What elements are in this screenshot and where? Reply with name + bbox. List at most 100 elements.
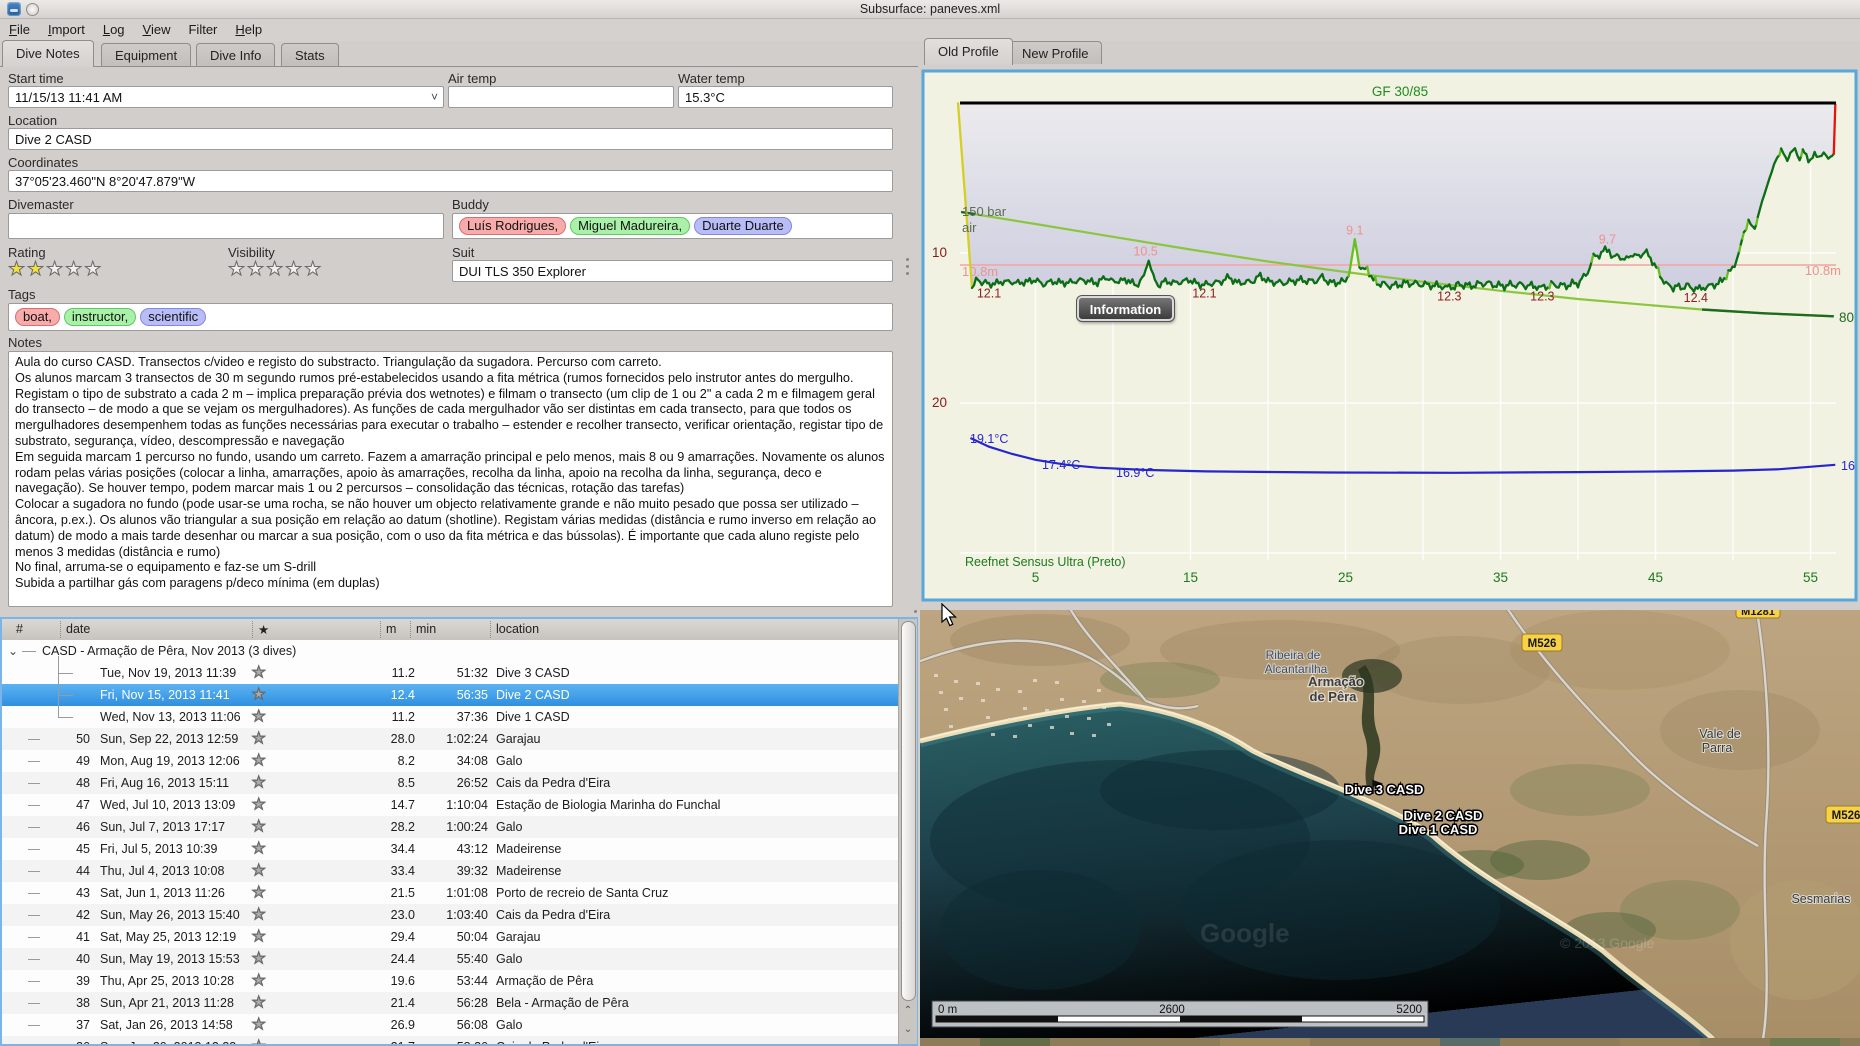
vertical-splitter[interactable]: [906, 272, 909, 275]
vertical-splitter[interactable]: [906, 265, 909, 268]
dive-row[interactable]: Fri, Nov 15, 2013 11:41 ★ ★ ★ ★ ★ 12.4 56:35 Div…: [2, 684, 898, 706]
svg-text:20: 20: [932, 395, 947, 410]
buddy-tag[interactable]: Duarte Duarte: [694, 217, 792, 235]
col-date[interactable]: date: [66, 622, 90, 636]
svg-text:Reefnet Sensus Ultra (Preto): Reefnet Sensus Ultra (Preto): [965, 555, 1126, 569]
dive-row[interactable]: 48 Fri, Aug 16, 2013 15:11 ★ ★ ★ ★ ★ 8.5 26:52 Ca…: [2, 772, 898, 794]
dive-row[interactable]: Wed, Nov 13, 2013 11:06 ★ ★ ★ ★ ★ 11.2 37:36 Div…: [2, 706, 898, 728]
dive-depth: 11.2: [391, 666, 415, 680]
collapse-caret-icon[interactable]: ⌄: [8, 640, 18, 662]
dive-row[interactable]: 43 Sat, Jun 1, 2013 11:26 ★ ★ ★ ★ ★ 21.5 1:01:08…: [2, 882, 898, 904]
start-time-label: Start time: [8, 71, 64, 86]
tags-field[interactable]: boat, instructor, scientific: [8, 303, 893, 331]
star-icon: ★: [251, 818, 267, 836]
chevron-down-icon[interactable]: ˅: [431, 90, 438, 104]
dive-list-scrollbar[interactable]: ⌃ ⌄: [898, 619, 917, 1044]
dive-location: Garajau: [496, 732, 541, 746]
dive-row[interactable]: 42 Sun, May 26, 2013 15:40 ★ ★ ★ ★ ★ 23.0 1:03:4…: [2, 904, 898, 926]
map-marker-dive3[interactable]: Dive 3 CASD: [1343, 781, 1425, 799]
water-temp-label: Water temp: [678, 71, 745, 86]
dive-row[interactable]: 46 Sun, Jul 7, 2013 17:17 ★ ★ ★ ★ ★ 28.2 1:00:24…: [2, 816, 898, 838]
scroll-up-button[interactable]: ⌃: [901, 1002, 915, 1020]
suit-field[interactable]: DUI TLS 350 Explorer: [452, 260, 893, 282]
dive-location: Armação de Pêra: [496, 974, 594, 988]
trip-group-row[interactable]: ⌄ CASD - Armação de Pêra, Nov 2013 (3 div…: [2, 640, 898, 662]
map-marker-dive2[interactable]: Dive 2 CASD: [1402, 807, 1484, 825]
dive-location: Dive 2 CASD: [496, 688, 570, 702]
star-icon: ★: [251, 928, 267, 946]
dive-row[interactable]: 40 Sun, May 19, 2013 15:53 ★ ★ ★ ★ ★ 24.4 55:40 G…: [2, 948, 898, 970]
horizontal-splitter[interactable]: [914, 610, 917, 613]
notes-textarea[interactable]: Aula do curso CASD. Transectos c/video e…: [8, 351, 893, 607]
menu-view[interactable]: View: [134, 19, 180, 40]
dive-row[interactable]: 37 Sat, Jan 26, 2013 14:58 ★ ★ ★ ★ ★ 26.9 56:08 G…: [2, 1014, 898, 1036]
menu-import[interactable]: Import: [39, 19, 94, 40]
dive-tag[interactable]: instructor,: [63, 308, 137, 326]
dive-location: Dive 3 CASD: [496, 666, 570, 680]
divemaster-field[interactable]: [8, 213, 444, 239]
dive-tag[interactable]: scientific: [140, 308, 207, 326]
tab-dive-notes[interactable]: Dive Notes: [2, 40, 94, 67]
dive-row[interactable]: 44 Thu, Jul 4, 2013 10:08 ★ ★ ★ ★ ★ 33.4 39:32 Ma…: [2, 860, 898, 882]
start-time-combo[interactable]: 11/15/13 11:41 AM ˅: [8, 86, 444, 108]
dive-row[interactable]: 49 Mon, Aug 19, 2013 12:06 ★ ★ ★ ★ ★ 8.2 34:08 Ga…: [2, 750, 898, 772]
tab-new-profile[interactable]: New Profile: [1008, 41, 1103, 65]
dive-tag[interactable]: boat,: [15, 308, 60, 326]
coordinates-field[interactable]: 37°05'23.460"N 8°20'47.879"W: [8, 170, 893, 192]
tab-equipment[interactable]: Equipment: [101, 43, 192, 67]
svg-text:55: 55: [1803, 570, 1818, 585]
scroll-down-button[interactable]: ⌄: [901, 1021, 915, 1039]
dive-site-map[interactable]: Armação de Pêra Ribeira de Alcantarilha …: [920, 610, 1860, 1046]
menu-log[interactable]: Log: [94, 19, 134, 40]
map-marker-dive1[interactable]: Dive 1 CASD: [1397, 821, 1479, 839]
title-bar[interactable]: Subsurface: paneves.xml: [0, 0, 1860, 19]
dive-row[interactable]: 47 Wed, Jul 10, 2013 13:09 ★ ★ ★ ★ ★ 14.7 1:10:0…: [2, 794, 898, 816]
col-number[interactable]: #: [16, 622, 23, 636]
dive-number: 37: [76, 1018, 90, 1032]
location-field[interactable]: Dive 2 CASD: [8, 128, 893, 150]
menu-filter[interactable]: Filter: [179, 19, 226, 40]
col-location[interactable]: location: [496, 622, 539, 636]
dive-depth: 21.7: [345, 1036, 415, 1044]
dive-row[interactable]: 50 Sun, Sep 22, 2013 12:59 ★ ★ ★ ★ ★ 28.0 1:02:2…: [2, 728, 898, 750]
visibility-stars[interactable]: ★★★★★: [227, 258, 323, 281]
dive-row[interactable]: 39 Thu, Apr 25, 2013 10:28 ★ ★ ★ ★ ★ 19.6 53:44 A…: [2, 970, 898, 992]
rating-stars[interactable]: ★★★★★: [7, 258, 103, 281]
dive-profile-chart[interactable]: 10.8m GF 30/85 10 20 5 15 25 35 45 55 150 barair 80…: [920, 66, 1860, 604]
map-label-vale-line2: Parra: [1702, 741, 1733, 755]
buddy-tag[interactable]: Luís Rodrigues,: [459, 217, 567, 235]
dive-row[interactable]: 36Sun, Jan 20, 2013 12:33★★★★★21.758:36C…: [2, 1036, 898, 1044]
dive-date: Thu, Apr 25, 2013 10:28: [100, 974, 235, 988]
location-value: Dive 2 CASD: [15, 131, 92, 147]
menu-help[interactable]: Help: [226, 19, 271, 40]
dive-list-header[interactable]: # date ★ m min location: [2, 619, 898, 641]
tab-stats[interactable]: Stats: [281, 43, 339, 67]
tab-dive-info[interactable]: Dive Info: [196, 43, 276, 67]
scrollbar-thumb[interactable]: [901, 621, 916, 1001]
information-button[interactable]: Information: [1076, 295, 1175, 322]
star-icon: ★: [251, 950, 267, 968]
dive-row[interactable]: 45 Fri, Jul 5, 2013 10:39 ★ ★ ★ ★ ★ 34.4 43:12 Ma…: [2, 838, 898, 860]
dive-row[interactable]: 41 Sat, May 25, 2013 12:19 ★ ★ ★ ★ ★ 29.4 50:04 G…: [2, 926, 898, 948]
dive-row[interactable]: Tue, Nov 19, 2013 11:39 ★ ★ ★ ★ ★ 11.2 51:32 Div…: [2, 662, 898, 684]
col-rating[interactable]: ★: [258, 622, 269, 637]
air-temp-field[interactable]: [448, 86, 674, 108]
buddy-field[interactable]: Luís Rodrigues, Miguel Madureira, Duarte D…: [452, 213, 893, 239]
star-icon: ★: [7, 259, 28, 281]
vertical-splitter[interactable]: [906, 258, 909, 261]
buddy-tag[interactable]: Miguel Madureira,: [570, 217, 691, 235]
dive-date: Sun, Jan 20, 2013 12:33: [100, 1036, 236, 1044]
dive-row[interactable]: 38 Sun, Apr 21, 2013 11:28 ★ ★ ★ ★ ★ 21.4 56:28 B…: [2, 992, 898, 1014]
col-duration[interactable]: min: [416, 622, 436, 636]
star-icon: ★: [251, 884, 267, 902]
water-temp-field[interactable]: 15.3°C: [678, 86, 893, 108]
col-depth[interactable]: m: [386, 622, 396, 636]
tab-old-profile[interactable]: Old Profile: [924, 38, 1013, 65]
dive-list[interactable]: # date ★ m min location ⌄ CASD - Armação …: [0, 617, 918, 1046]
map-label-town-line1: Armação: [1308, 674, 1364, 689]
svg-text:25: 25: [1338, 570, 1353, 585]
svg-text:10.8m: 10.8m: [962, 264, 998, 279]
menu-file[interactable]: File: [0, 19, 39, 40]
svg-text:150 bar: 150 bar: [962, 204, 1007, 219]
dive-number: 39: [76, 974, 90, 988]
